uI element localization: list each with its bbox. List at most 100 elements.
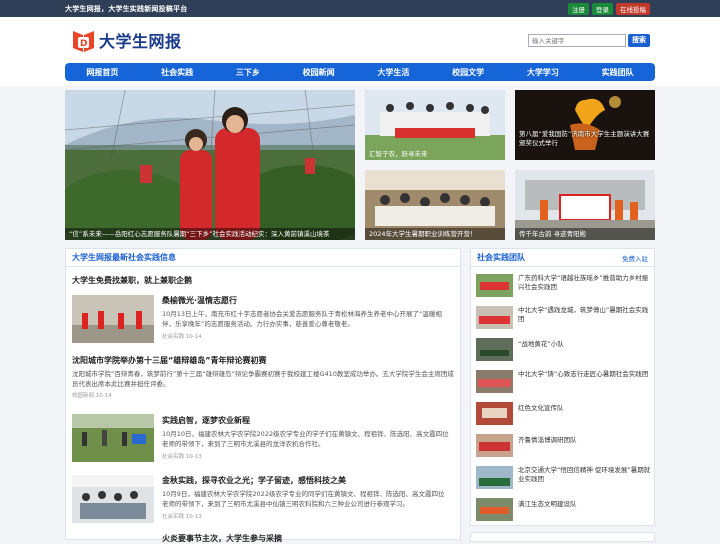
team-name: 满江生态文明建设队 xyxy=(518,500,577,508)
search-button[interactable]: 搜索 xyxy=(628,33,650,47)
nav-sanxiaxiang[interactable]: 三下乡 xyxy=(236,67,260,78)
practice-teams-panel: 社会实践团队 免费入驻 广东药科大学“语越壮族瑶乡”推普助力乡村振兴社会实践团 … xyxy=(470,248,655,526)
nav-college-life[interactable]: 大学生活 xyxy=(377,67,409,78)
article-2: 沈阳城市学院举办第十三届“雄辩雄岛”青年辩论赛初赛 沈阳城市学院“百辩青春，筑梦… xyxy=(66,355,460,399)
article-4: 金秋实践，探寻农业之光；学子留迹，感悟科技之美 10月9日，福建农林大学农学院2… xyxy=(156,475,456,520)
article-4-thumb[interactable] xyxy=(72,475,154,523)
hero-main-photo xyxy=(65,90,355,240)
hero-tile-2-photo xyxy=(515,90,655,160)
article-2-text: 沈阳城市学院“百辩青春，筑梦前行”第十三届“雄辩雄岛”辩论争霸赛初赛于我校建工楼… xyxy=(72,370,454,388)
submit-article-button[interactable]: 在线投稿 xyxy=(616,2,650,15)
team-name: 北京交通大学“悟回信精神 促环境发展”暑期就业实践团 xyxy=(518,466,651,483)
team-item[interactable]: 齐鲁情淄博调研团队 xyxy=(476,434,651,457)
team-name: 齐鲁情淄博调研团队 xyxy=(518,436,577,444)
part-time-notice[interactable]: 大学生免费找兼职，就上兼职企鹅 xyxy=(66,267,460,286)
article-1: 桑榆微光·温情志愿行 10月13日上午，南充市红十字志愿者协会关爱志愿服务队于青… xyxy=(156,295,456,340)
main-nav: 网报首页 社会实践 三下乡 校园新闻 大学生活 校园文学 大学学习 实践团队 xyxy=(65,63,655,81)
search-box: 输入关键字 搜索 xyxy=(528,33,650,47)
article-4-title[interactable]: 金秋实践，探寻农业之光；学子留迹，感悟科技之美 xyxy=(162,475,450,486)
article-2-title[interactable]: 沈阳城市学院举办第十三届“雄辩雄岛”青年辩论赛初赛 xyxy=(72,355,454,366)
team-name: 中北大学“铸”心致志行走匠心暑期社会实践团 xyxy=(518,370,649,378)
article-4-text: 10月9日，福建农林大学农学院2022级农学专业的同学们在黄镇文、程祖铧、陈选阳… xyxy=(162,490,445,508)
hero-main-tile[interactable]: “信”系未来——岳阳红心志愿服务队暑期“三下乡”社会实践活动纪实：深入黄前镇溪山… xyxy=(65,90,355,240)
article-3-meta: 社会实践 10-13 xyxy=(162,454,202,460)
nav-campus-literature[interactable]: 校园文学 xyxy=(452,67,484,78)
team-item[interactable]: 满江生态文明建设队 xyxy=(476,498,651,521)
hero-tile-2[interactable]: 第八届“爱我国防”济南市大学生主题演讲大赛颁奖仪式举行 xyxy=(515,90,655,160)
latest-news-heading: 大学生网报最新社会实践信息 xyxy=(66,249,460,267)
team-thumb xyxy=(476,434,513,457)
article-4-photo xyxy=(72,475,154,523)
nav-social-practice[interactable]: 社会实践 xyxy=(161,67,193,78)
site-logo[interactable]: D 大学生网报 xyxy=(71,28,182,53)
article-5-title[interactable]: 火炎要事节主次，大学生参与采摘 xyxy=(162,533,450,544)
hero-tile-1[interactable]: 汇智于农，跃寻未来 xyxy=(365,90,505,160)
team-item[interactable]: 中北大学“铸”心致志行走匠心暑期社会实践团 xyxy=(476,370,651,393)
nav-practice-teams[interactable]: 实践团队 xyxy=(602,67,634,78)
hero-tile-4-caption: 传千年古韵 寻迹青阳殿 xyxy=(515,228,655,240)
team-photo xyxy=(476,466,513,489)
nav-college-study[interactable]: 大学学习 xyxy=(527,67,559,78)
article-4-meta: 社会实践 10-13 xyxy=(162,514,202,520)
team-thumb xyxy=(476,370,513,393)
nav-campus-news[interactable]: 校园新闻 xyxy=(303,67,335,78)
team-thumb xyxy=(476,466,513,489)
nav-wrap: 网报首页 社会实践 三下乡 校园新闻 大学生活 校园文学 大学学习 实践团队 xyxy=(0,63,720,86)
team-thumb xyxy=(476,306,513,329)
hero-tile-1-caption: 汇智于农，跃寻未来 xyxy=(369,150,428,158)
top-bar: 大学生网报，大学生实践新闻投稿平台 注册 登录 在线投稿 xyxy=(0,0,720,17)
team-photo xyxy=(476,370,513,393)
article-3: 实践启智，逐梦农业新程 10月10日，福建农林大学农学院2022级农学专业的学子… xyxy=(156,415,456,460)
team-photo xyxy=(476,306,513,329)
hero-grid: “信”系未来——岳阳红心志愿服务队暑期“三下乡”社会实践活动纪实：深入黄前镇溪山… xyxy=(65,90,655,240)
site-slogan: 大学生网报，大学生实践新闻投稿平台 xyxy=(65,4,188,13)
auth-links: 注册 登录 在线投稿 xyxy=(568,2,650,15)
article-1-thumb[interactable] xyxy=(72,295,154,343)
article-3-thumb[interactable] xyxy=(72,414,154,462)
team-item[interactable]: 红色文化宣传队 xyxy=(476,402,651,425)
hero-tile-3[interactable]: 2024年大学生暑期职业训练营开营！ xyxy=(365,170,505,240)
team-photo xyxy=(476,402,513,425)
hero-tile-3-caption: 2024年大学生暑期职业训练营开营！ xyxy=(365,228,505,240)
article-3-text: 10月10日，福建农林大学农学院2022级农学专业的学子们在黄镇文、程祖铧、陈选… xyxy=(162,430,449,448)
team-name: 红色文化宣传队 xyxy=(518,404,564,412)
team-photo xyxy=(476,274,513,297)
article-3-title[interactable]: 实践启智，逐梦农业新程 xyxy=(162,415,450,426)
team-photo xyxy=(476,338,513,361)
site-header: D 大学生网报 输入关键字 搜索 xyxy=(0,17,720,63)
team-name: “战地黄花”小队 xyxy=(518,340,564,348)
article-1-text: 10月13日上午，南充市红十字志愿者协会关爱志愿服务队于青松林海养生养老中心开展… xyxy=(162,310,442,328)
latest-news-panel: 大学生网报最新社会实践信息 大学生免费找兼职，就上兼职企鹅 桑榆微光·温情志愿行… xyxy=(65,248,461,543)
team-photo xyxy=(476,434,513,457)
nav-home[interactable]: 网报首页 xyxy=(86,67,118,78)
article-1-meta: 社会实践 10-14 xyxy=(162,334,202,340)
search-input[interactable]: 输入关键字 xyxy=(528,33,626,47)
team-item[interactable]: 北京交通大学“悟回信精神 促环境发展”暑期就业实践团 xyxy=(476,466,651,489)
article-1-photo xyxy=(72,295,154,343)
article-2-meta: 校园新闻 10-14 xyxy=(72,393,112,399)
svg-text:D: D xyxy=(80,39,87,49)
hero-tile-2-caption: 第八届“爱我国防”济南市大学生主题演讲大赛颁奖仪式举行 xyxy=(519,130,650,147)
practice-teams-header: 社会实践团队 免费入驻 xyxy=(471,249,654,267)
article-1-title[interactable]: 桑榆微光·温情志愿行 xyxy=(162,295,450,306)
article-3-photo xyxy=(72,414,154,462)
article-5: 火炎要事节主次，大学生参与采摘 xyxy=(156,533,456,544)
login-button[interactable]: 登录 xyxy=(592,2,613,15)
team-thumb xyxy=(476,274,513,297)
register-button[interactable]: 注册 xyxy=(568,2,589,15)
team-photo xyxy=(476,498,513,521)
hero-tile-4[interactable]: 传千年古韵 寻迹青阳殿 xyxy=(515,170,655,240)
team-item[interactable]: “战地黄花”小队 xyxy=(476,338,651,361)
free-join-link[interactable]: 免费入驻 xyxy=(622,253,648,263)
logo-icon: D xyxy=(73,30,94,52)
team-item[interactable]: 中北大学“遇践龙城，筑梦傅山”暑期社会实践团 xyxy=(476,306,651,329)
next-panel-edge xyxy=(470,532,655,542)
team-name: 中北大学“遇践龙城，筑梦傅山”暑期社会实践团 xyxy=(518,306,649,323)
site-name: 大学生网报 xyxy=(99,32,182,51)
team-thumb xyxy=(476,498,513,521)
hero-main-caption: “信”系未来——岳阳红心志愿服务队暑期“三下乡”社会实践活动纪实：深入黄前镇溪山… xyxy=(65,228,355,240)
team-thumb xyxy=(476,338,513,361)
team-item[interactable]: 广东药科大学“语越壮族瑶乡”推普助力乡村振兴社会实践团 xyxy=(476,274,651,297)
team-name: 广东药科大学“语越壮族瑶乡”推普助力乡村振兴社会实践团 xyxy=(518,274,649,291)
practice-teams-heading: 社会实践团队 xyxy=(477,253,525,262)
